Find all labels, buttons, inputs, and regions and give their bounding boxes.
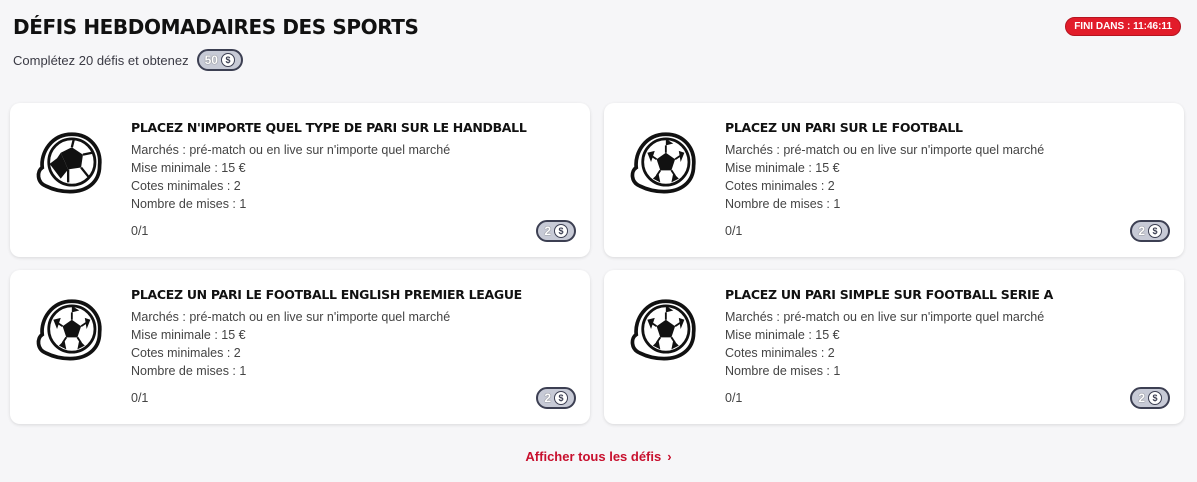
challenge-min-odds: Cotes minimales : 2 xyxy=(131,346,241,360)
challenge-markets: Marchés : pré-match ou en live sur n'imp… xyxy=(131,310,451,324)
challenge-progress: 0/1 xyxy=(131,391,149,405)
challenge-progress: 0/1 xyxy=(131,224,149,238)
challenge-min-stake: Mise minimale : 15 € xyxy=(131,161,246,175)
challenge-card[interactable]: PLACEZ UN PARI SUR LE FOOTBALL Marchés :… xyxy=(604,103,1184,257)
challenge-card[interactable]: PLACEZ N'IMPORTE QUEL TYPE DE PARI SUR L… xyxy=(10,103,590,257)
challenge-min-stake: Mise minimale : 15 € xyxy=(131,328,246,342)
subtitle-text: Complétez 20 défis et obtenez xyxy=(13,52,189,68)
challenge-reward-value: 2 xyxy=(1138,391,1145,405)
challenge-reward-badge: 2 $ xyxy=(536,387,576,409)
challenge-progress: 0/1 xyxy=(725,391,743,405)
challenge-min-odds: Cotes minimales : 2 xyxy=(725,179,835,193)
view-all-challenges-link[interactable]: Afficher tous les défis › xyxy=(0,449,1197,464)
coin-icon: $ xyxy=(554,224,568,238)
challenge-min-odds: Cotes minimales : 2 xyxy=(131,179,241,193)
challenge-reward-badge: 2 $ xyxy=(536,220,576,242)
coin-icon: $ xyxy=(554,391,568,405)
challenge-min-stake: Mise minimale : 15 € xyxy=(725,328,840,342)
challenge-num-bets: Nombre de mises : 1 xyxy=(725,364,841,378)
football-icon xyxy=(630,132,696,194)
total-reward-badge: 50 $ xyxy=(196,49,243,71)
challenge-num-bets: Nombre de mises : 1 xyxy=(725,197,841,211)
chevron-right-icon: › xyxy=(667,449,672,464)
challenge-num-bets: Nombre de mises : 1 xyxy=(131,197,247,211)
challenge-reward-value: 2 xyxy=(544,224,551,238)
challenge-progress: 0/1 xyxy=(725,224,743,238)
coin-icon: $ xyxy=(1148,391,1162,405)
challenge-reward-value: 2 xyxy=(544,391,551,405)
timer-badge: FINI DANS : 11:46:11 xyxy=(1065,17,1181,36)
challenge-title: PLACEZ UN PARI LE FOOTBALL ENGLISH PREMI… xyxy=(131,287,522,302)
handball-icon xyxy=(36,132,102,194)
challenge-min-odds: Cotes minimales : 2 xyxy=(725,346,835,360)
challenge-markets: Marchés : pré-match ou en live sur n'imp… xyxy=(725,143,1045,157)
page-title: DÉFIS HEBDOMADAIRES DES SPORTS xyxy=(13,15,419,39)
challenge-reward-badge: 2 $ xyxy=(1130,387,1170,409)
coin-icon: $ xyxy=(220,53,235,67)
view-all-label[interactable]: Afficher tous les défis xyxy=(525,449,661,464)
coin-icon: $ xyxy=(1148,224,1162,238)
challenge-title: PLACEZ N'IMPORTE QUEL TYPE DE PARI SUR L… xyxy=(131,120,527,135)
challenge-card[interactable]: PLACEZ UN PARI SIMPLE SUR FOOTBALL SERIE… xyxy=(604,270,1184,424)
challenge-markets: Marchés : pré-match ou en live sur n'imp… xyxy=(725,310,1045,324)
challenge-card[interactable]: PLACEZ UN PARI LE FOOTBALL ENGLISH PREMI… xyxy=(10,270,590,424)
total-reward-value: 50 xyxy=(204,53,218,67)
subtitle-row: Complétez 20 défis et obtenez 50 $ xyxy=(13,49,243,71)
challenge-num-bets: Nombre de mises : 1 xyxy=(131,364,247,378)
football-icon xyxy=(630,299,696,361)
football-icon xyxy=(36,299,102,361)
challenge-markets: Marchés : pré-match ou en live sur n'imp… xyxy=(131,143,451,157)
challenge-reward-value: 2 xyxy=(1138,224,1145,238)
challenge-min-stake: Mise minimale : 15 € xyxy=(725,161,840,175)
challenge-title: PLACEZ UN PARI SUR LE FOOTBALL xyxy=(725,120,963,135)
challenge-reward-badge: 2 $ xyxy=(1130,220,1170,242)
challenge-title: PLACEZ UN PARI SIMPLE SUR FOOTBALL SERIE… xyxy=(725,287,1054,302)
